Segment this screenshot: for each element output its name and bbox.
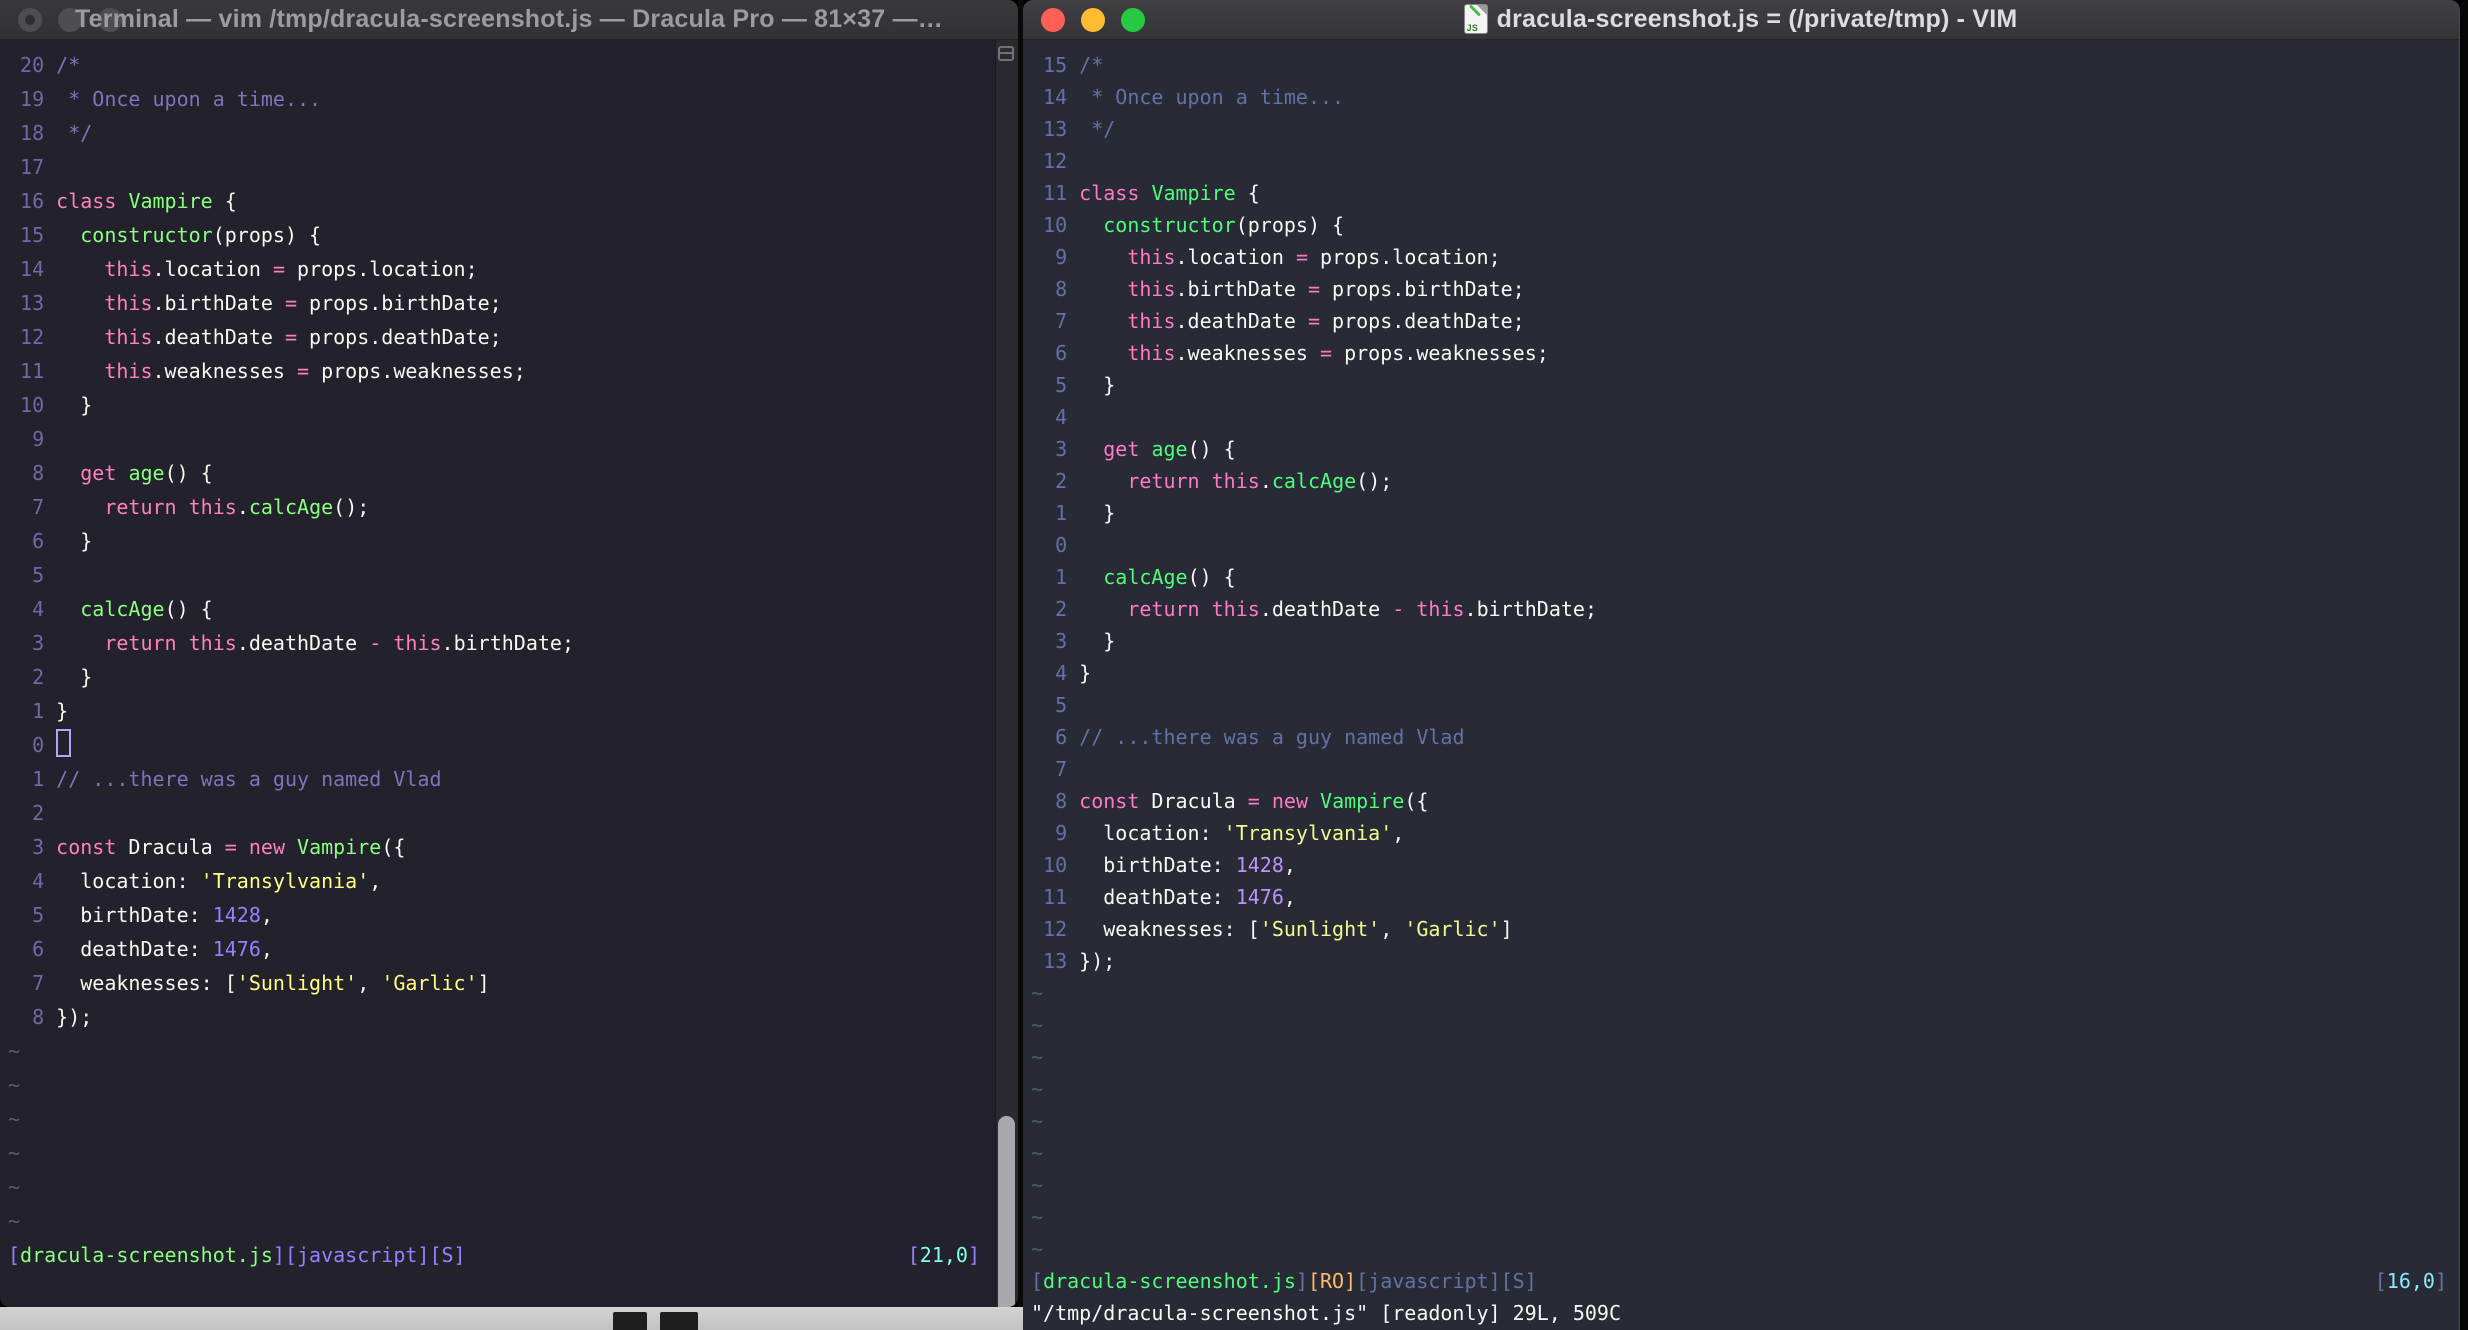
code-line: 12 this.deathDate = props.deathDate; — [8, 325, 502, 349]
code-line: 9 this.location = props.location; — [1031, 245, 1501, 269]
code-line: 15 constructor(props) { — [8, 223, 322, 247]
code-line: 7 this.deathDate = props.deathDate; — [1031, 309, 1525, 333]
code-line: 0 — [1031, 533, 1080, 557]
code-line: 14 this.location = props.location; — [8, 257, 478, 281]
code-line: 5 birthDate: 1428, — [8, 903, 273, 927]
code-line: 6 this.weaknesses = props.weaknesses; — [1031, 341, 1549, 365]
vim-statusline: [dracula-screenshot.js][RO][javascript][… — [1031, 1265, 2449, 1297]
code-line: 8 get age() { — [8, 461, 213, 485]
tilde-row: ~ — [1031, 1237, 1044, 1261]
vim-command-line — [8, 1272, 994, 1306]
code-line: 3 } — [1031, 629, 1116, 653]
screen-edge — [2461, 0, 2468, 1330]
tilde-row: ~ — [8, 1039, 21, 1063]
cursor-position: [21,0] — [907, 1243, 980, 1267]
code-line: 18 */ — [8, 121, 93, 145]
tilde-row: ~ — [1031, 1205, 1044, 1229]
tilde-row: ~ — [8, 1141, 21, 1165]
vim-command-line: "/tmp/dracula-screenshot.js" [readonly] … — [1031, 1301, 1622, 1325]
macvim-window: dracula-screenshot.js = (/private/tmp) -… — [1023, 0, 2460, 1330]
tilde-row: ~ — [8, 1175, 21, 1199]
code-line: 10 birthDate: 1428, — [1031, 853, 1296, 877]
background-window-strip — [0, 1307, 1023, 1330]
code-line: 11 class Vampire { — [1031, 181, 1260, 205]
code-line: 5 } — [1031, 373, 1116, 397]
code-line: 4 location: 'Transylvania', — [8, 869, 382, 893]
code-line: 13 */ — [1031, 117, 1116, 141]
code-line: 6 // ...there was a guy named Vlad — [1031, 725, 1465, 749]
tilde-row: ~ — [1031, 1109, 1044, 1133]
terminal-window-title: Terminal — vim /tmp/dracula-screenshot.j… — [75, 5, 943, 33]
code-line: 2 return this.deathDate - this.birthDate… — [1031, 597, 1597, 621]
code-line: 1 calcAge() { — [1031, 565, 1236, 589]
code-line: 8 const Dracula = new Vampire({ — [1031, 789, 1429, 813]
code-line: 0 — [8, 728, 994, 762]
code-line: 13 this.birthDate = props.birthDate; — [8, 291, 502, 315]
tilde-row: ~ — [1031, 1173, 1044, 1197]
tilde-row: ~ — [8, 1209, 21, 1233]
split-pane-icon[interactable] — [998, 46, 1014, 61]
code-line: 8 }); — [8, 1005, 93, 1029]
code-line: 13 }); — [1031, 949, 1116, 973]
tilde-row: ~ — [8, 1073, 21, 1097]
code-line: 3 return this.deathDate - this.birthDate… — [8, 631, 574, 655]
code-line: 5 — [1031, 693, 1080, 717]
tilde-row: ~ — [1031, 1045, 1044, 1069]
code-line: 3 const Dracula = new Vampire({ — [8, 835, 406, 859]
code-line: 9 location: 'Transylvania', — [1031, 821, 1405, 845]
code-line: 11 this.weaknesses = props.weaknesses; — [8, 359, 526, 383]
code-line: 9 — [8, 427, 57, 451]
vim-cursor — [56, 729, 72, 757]
code-line: 16 class Vampire { — [8, 189, 237, 213]
code-line: 12 — [1031, 149, 1080, 173]
code-line: 7 return this.calcAge(); — [8, 495, 370, 519]
code-line: 17 — [8, 155, 57, 179]
code-line: 4 — [1031, 405, 1080, 429]
code-line: 2 return this.calcAge(); — [1031, 469, 1393, 493]
terminal-titlebar[interactable]: Terminal — vim /tmp/dracula-screenshot.j… — [0, 0, 1018, 40]
code-line: 3 get age() { — [1031, 437, 1236, 461]
code-line: 19 * Once upon a time... — [8, 87, 322, 111]
code-line: 15 /* — [1031, 53, 1104, 77]
code-line: 4 } — [1031, 661, 1092, 685]
tilde-row: ~ — [1031, 1013, 1044, 1037]
terminal-scrollbar[interactable] — [995, 40, 1018, 1307]
macvim-titlebar[interactable]: dracula-screenshot.js = (/private/tmp) -… — [1023, 0, 2459, 40]
terminal-vim-buffer[interactable]: 20 /* 19 * Once upon a time... 18 */ 17 … — [8, 40, 994, 1306]
background-glyph — [613, 1312, 647, 1330]
cursor-position: [16,0] — [2374, 1269, 2447, 1293]
background-glyph — [660, 1312, 698, 1330]
code-line: 10 } — [8, 393, 93, 417]
code-line: 1 } — [8, 699, 69, 723]
macvim-buffer[interactable]: 15 /* 14 * Once upon a time... 13 */ 12 … — [1031, 40, 2449, 1329]
code-line: 10 constructor(props) { — [1031, 213, 1345, 237]
code-line: 7 — [1031, 757, 1080, 781]
code-line: 4 calcAge() { — [8, 597, 213, 621]
code-line: 1 // ...there was a guy named Vlad — [8, 767, 442, 791]
tilde-row: ~ — [8, 1107, 21, 1131]
macvim-window-title: dracula-screenshot.js = (/private/tmp) -… — [1023, 4, 2459, 34]
tilde-row: ~ — [1031, 981, 1044, 1005]
vim-statusline: [dracula-screenshot.js][javascript][S] [2… — [8, 1238, 994, 1272]
code-line: 2 — [8, 801, 57, 825]
code-line: 20 /* — [8, 53, 81, 77]
code-line: 14 * Once upon a time... — [1031, 85, 1345, 109]
tilde-row: ~ — [1031, 1141, 1044, 1165]
code-line: 8 this.birthDate = props.birthDate; — [1031, 277, 1525, 301]
code-line: 11 deathDate: 1476, — [1031, 885, 1296, 909]
code-line: 6 deathDate: 1476, — [8, 937, 273, 961]
code-line: 12 weaknesses: ['Sunlight', 'Garlic'] — [1031, 917, 1513, 941]
code-line: 5 — [8, 563, 57, 587]
js-document-icon — [1464, 4, 1487, 33]
tilde-row: ~ — [1031, 1077, 1044, 1101]
code-line: 2 } — [8, 665, 93, 689]
code-line: 1 } — [1031, 501, 1116, 525]
terminal-window: Terminal — vim /tmp/dracula-screenshot.j… — [0, 0, 1018, 1307]
code-line: 6 } — [8, 529, 93, 553]
code-line: 7 weaknesses: ['Sunlight', 'Garlic'] — [8, 971, 490, 995]
scrollbar-thumb[interactable] — [998, 1116, 1015, 1307]
